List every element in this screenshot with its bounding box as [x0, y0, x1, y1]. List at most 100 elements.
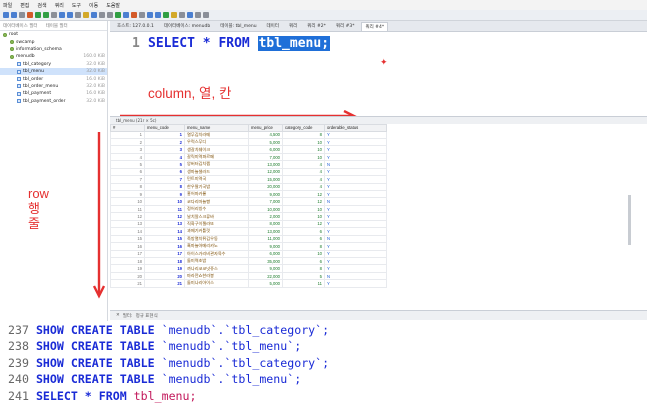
table-row[interactable]: 13 13 직화구이젤라또 8,000 12 Y — [110, 219, 387, 229]
table-cell[interactable]: 2,000 — [248, 212, 283, 221]
table-cell[interactable]: 6 — [144, 167, 185, 177]
table-cell[interactable]: 12 — [282, 189, 325, 199]
table-cell[interactable]: 20,000 — [248, 182, 283, 192]
table-cell[interactable]: 10 — [282, 137, 325, 147]
table-row[interactable]: 4 4 갈릭미역파르페 7,000 10 Y — [110, 152, 387, 162]
tree-node[interactable]: tbl_order_menu 32.0 KiB — [0, 83, 107, 90]
table-cell[interactable]: 20 — [144, 271, 185, 281]
table-cell[interactable]: N — [324, 271, 387, 281]
table-cell[interactable]: 6,000 — [248, 145, 283, 154]
table-row[interactable]: 6 6 생마늘샐러드 12,000 4 Y — [110, 167, 387, 177]
table-cell[interactable]: 5,000 — [248, 137, 283, 147]
table-cell[interactable]: 5 — [110, 160, 145, 169]
query-tab[interactable]: 데이터 — [264, 22, 282, 30]
table-cell[interactable]: 8 — [144, 182, 185, 192]
table-cell[interactable]: 민트미역국 — [184, 175, 249, 184]
table-cell[interactable]: Y — [324, 137, 387, 147]
table-cell[interactable]: 9,000 — [248, 264, 283, 273]
toolbar-button-icon[interactable] — [131, 12, 137, 18]
table-row[interactable]: 16 16 흑마늘아메리카노 9,000 8 Y — [110, 242, 387, 251]
toolbar-button-icon[interactable] — [187, 12, 193, 18]
table-cell[interactable]: 1 — [144, 130, 185, 139]
table-cell[interactable]: 10 — [110, 197, 145, 206]
toolbar-button-icon[interactable] — [27, 12, 33, 18]
menu-item[interactable]: 도구 — [72, 2, 81, 9]
table-cell[interactable]: 15 — [144, 234, 185, 244]
table-cell[interactable]: 마라깐쇼한라봉 — [184, 271, 249, 281]
table-cell[interactable]: 갈릭미역파르페 — [184, 152, 249, 162]
toolbar-button-icon[interactable] — [155, 12, 161, 18]
query-tab[interactable]: 테이블: tbl_menu — [217, 22, 259, 30]
table-cell[interactable]: Y — [324, 256, 387, 266]
table-cell[interactable]: 8,000 — [248, 219, 283, 229]
table-cell[interactable]: 18 — [144, 256, 185, 266]
table-cell[interactable]: 5,000 — [248, 279, 283, 288]
query-tab[interactable]: 호스트: 127.0.0.1 — [114, 22, 157, 30]
table-cell[interactable]: 19 — [110, 264, 145, 273]
table-cell[interactable]: 3 — [110, 145, 145, 154]
result-tab[interactable]: tbl_menu (21r × 5c) — [110, 116, 647, 124]
query-tab[interactable]: 데이터베이스: menudb — [161, 22, 213, 30]
table-row[interactable]: 1 1 열무김치라떼 4,500 8 Y — [110, 130, 387, 139]
table-cell[interactable]: 흑마늘아메리카노 — [184, 242, 249, 251]
regex-filter-input[interactable]: 정규 표현식 — [136, 313, 158, 319]
table-cell[interactable]: 12 — [110, 212, 145, 221]
table-cell[interactable]: 까나리코코넛쥬스 — [184, 264, 249, 273]
table-cell[interactable]: 12 — [282, 219, 325, 229]
table-cell[interactable]: 35,000 — [248, 256, 283, 266]
tree-node[interactable]: tbl_category 32.0 KiB — [0, 61, 107, 68]
table-cell[interactable]: 17 — [110, 249, 145, 258]
table-row[interactable]: 2 2 우럭스무디 5,000 10 Y — [110, 137, 387, 147]
table-cell[interactable]: N — [324, 234, 387, 244]
table-cell[interactable]: 8 — [282, 264, 325, 273]
table-cell[interactable]: 13 — [144, 219, 185, 229]
table-row[interactable]: 14 14 과메기커틀릿 13,000 6 Y — [110, 227, 387, 236]
table-cell[interactable]: 15,000 — [248, 175, 283, 184]
table-cell[interactable]: 4 — [282, 175, 325, 184]
table-row[interactable]: 8 8 한우딸기국밥 20,000 4 Y — [110, 182, 387, 192]
table-cell[interactable]: 직화구이젤라또 — [184, 219, 249, 229]
table-cell[interactable]: 7 — [110, 175, 145, 184]
table-cell[interactable]: 9,000 — [248, 242, 283, 251]
menu-item[interactable]: 편집 — [20, 2, 29, 9]
table-cell[interactable]: 21 — [144, 279, 185, 288]
table-cell[interactable]: 13 — [110, 219, 145, 229]
tree-node[interactable]: tbl_payment_order 32.0 KiB — [0, 98, 107, 105]
table-cell[interactable]: 아이스가리비관자육수 — [184, 249, 249, 258]
table-cell[interactable]: 12 — [144, 212, 185, 221]
query-tab[interactable]: 쿼리 #3* — [333, 22, 358, 30]
toolbar-button-icon[interactable] — [147, 12, 153, 18]
toolbar-button-icon[interactable] — [51, 12, 57, 18]
database-filter-input[interactable]: 데이터베이스 필터 — [3, 23, 38, 29]
query-tab[interactable]: 쿼리 #2* — [304, 22, 329, 30]
table-cell[interactable]: 과메기커틀릿 — [184, 227, 249, 236]
table-cell[interactable]: Y — [324, 249, 387, 258]
table-row[interactable]: 10 10 코다리마늘빵 7,000 12 N — [110, 197, 387, 206]
table-cell[interactable]: 4 — [282, 167, 325, 177]
toolbar-button-icon[interactable] — [195, 12, 201, 18]
menu-item[interactable]: 검색 — [37, 2, 46, 9]
table-cell[interactable]: N — [324, 197, 387, 206]
table-cell[interactable]: 7,000 — [248, 197, 283, 206]
table-cell[interactable]: 21 — [110, 279, 145, 288]
tree-node[interactable]: tbl_payment 16.0 KiB — [0, 90, 107, 97]
table-row[interactable]: 19 19 까나리코코넛쥬스 9,000 8 Y — [110, 264, 387, 273]
table-row[interactable]: 11 11 정어리빙수 10,000 10 Y — [110, 204, 387, 214]
tree-node[interactable]: root — [0, 31, 107, 38]
table-cell[interactable]: 14 — [110, 227, 145, 236]
table-cell[interactable]: 6 — [282, 234, 325, 244]
table-cell[interactable]: Y — [324, 130, 387, 139]
table-cell[interactable]: 5 — [144, 160, 185, 169]
toolbar-button-icon[interactable] — [91, 12, 97, 18]
table-cell[interactable]: Y — [324, 204, 387, 214]
table-cell[interactable]: 10 — [144, 197, 185, 206]
table-cell[interactable]: Y — [324, 152, 387, 162]
table-cell[interactable]: 죽방멸치튀김우동 — [184, 234, 249, 244]
table-cell[interactable]: 홍어마카롱 — [184, 189, 249, 199]
table-cell[interactable]: 8 — [282, 130, 325, 139]
table-cell[interactable]: 앙버터김치찜 — [184, 160, 249, 169]
table-cell[interactable]: 19 — [144, 264, 185, 273]
query-tab[interactable]: 쿼리 #4* — [361, 21, 389, 31]
table-cell[interactable]: 7,000 — [248, 152, 283, 162]
toolbar-button-icon[interactable] — [43, 12, 49, 18]
